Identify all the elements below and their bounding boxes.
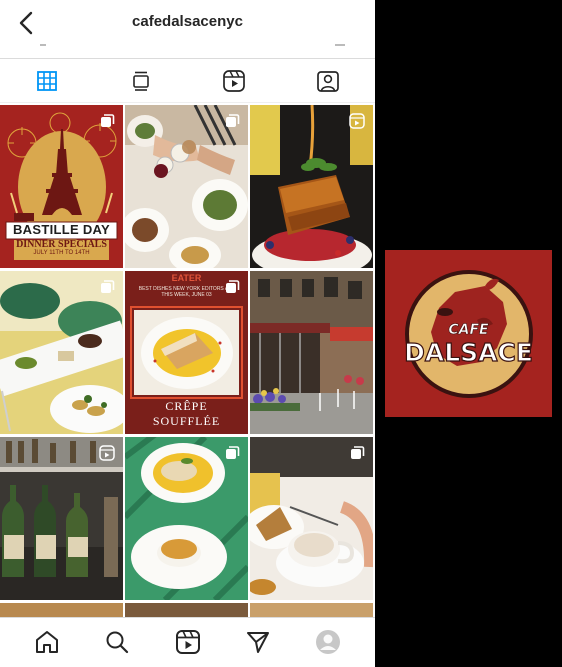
post-subtitle: DINNER SPECIALS: [16, 239, 107, 250]
tab-tagged[interactable]: [281, 59, 375, 103]
post-title: BASTILLE DAY: [12, 222, 111, 237]
profile-tabs: [0, 58, 375, 103]
logo-text-cafe: CAFE: [448, 322, 489, 339]
carousel-icon: [101, 114, 115, 127]
reel-icon: [99, 445, 115, 461]
instagram-profile-screen: cafedalsacenyc BASTILLE DAY DINNER SPECI…: [0, 0, 375, 667]
carousel-icon: [226, 446, 240, 459]
tab-feed[interactable]: [94, 59, 188, 103]
logo-text-dalsace: DALSACE: [403, 337, 533, 367]
desserts-photo: [125, 437, 248, 600]
post-dates: JULY 11TH TO 14TH: [33, 250, 90, 256]
post-caption: BEST DISHES NEW YORK EDITORS ATE THIS WE…: [138, 286, 235, 298]
profile-avatar[interactable]: [315, 629, 341, 655]
carousel-icon: [101, 280, 115, 293]
post-coffee-cake[interactable]: [250, 437, 373, 600]
french-toast-photo: [250, 105, 373, 268]
feed-icon: [132, 71, 149, 91]
reel-icon: [349, 113, 365, 129]
tagged-icon: [317, 71, 339, 92]
direct-message-icon[interactable]: [245, 629, 271, 655]
post-bastille-day[interactable]: BASTILLE DAY DINNER SPECIALS JULY 11TH T…: [0, 105, 123, 268]
tab-reels[interactable]: [188, 59, 282, 103]
reels-nav-icon[interactable]: [175, 629, 201, 655]
tab-grid[interactable]: [0, 59, 94, 103]
cafe-dalsace-logo: CAFE DALSACE: [385, 250, 552, 417]
coffee-cake-photo: [250, 437, 373, 600]
post-storefront[interactable]: [250, 271, 373, 434]
post-plated-dishes[interactable]: [0, 271, 123, 434]
cafe-storefront-photo: [250, 271, 373, 434]
profile-username-title: cafedalsacenyc: [132, 13, 243, 30]
carousel-icon: [226, 280, 240, 293]
toast-dinner-photo: [125, 105, 248, 268]
grid-icon: [36, 71, 57, 91]
plated-dishes-photo: [0, 271, 123, 434]
post-dish-name-line2: SOUFFLÉE: [152, 414, 221, 428]
carousel-icon: [351, 446, 365, 459]
post-french-toast[interactable]: [250, 105, 373, 268]
post-bar-bottles[interactable]: [0, 437, 123, 600]
cropped-profile-strip: [0, 44, 375, 58]
home-icon[interactable]: [34, 629, 60, 655]
reels-icon: [223, 70, 246, 92]
bar-bottles-photo: [0, 437, 123, 600]
post-toast-dinner[interactable]: [125, 105, 248, 268]
post-dish-name-line1: CRÊPE: [165, 399, 208, 413]
post-desserts[interactable]: [125, 437, 248, 600]
post-eater-crepe-souffle[interactable]: EATER BEST DISHES NEW YORK EDITORS ATE T…: [125, 271, 248, 434]
search-icon[interactable]: [104, 629, 130, 655]
carousel-icon: [226, 114, 240, 127]
profile-header: cafedalsacenyc: [0, 0, 375, 44]
bottom-navigation: [0, 617, 375, 667]
